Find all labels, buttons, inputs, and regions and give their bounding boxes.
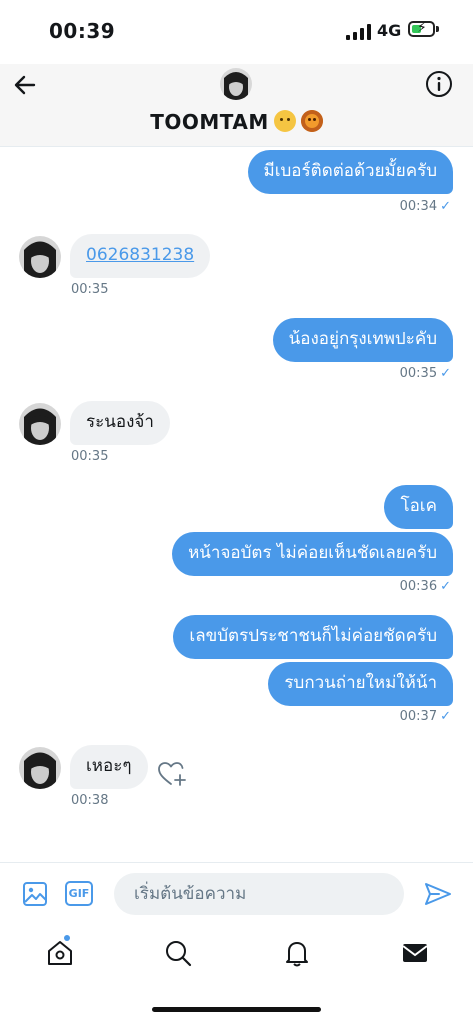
outgoing-message[interactable]: มีเบอร์ติดต่อด้วยมั้ยครับ	[247, 150, 453, 194]
message-text: โอเค	[400, 496, 437, 516]
contact-avatar[interactable]	[19, 403, 61, 445]
outgoing-message[interactable]: รบกวนถ่ายใหม่ให้น้า	[268, 662, 453, 706]
battery-icon: ⚡	[408, 20, 435, 37]
home-icon[interactable]	[45, 938, 75, 968]
message-text: เหอะๆ	[86, 756, 132, 776]
lion-emoji-icon	[300, 110, 323, 132]
message-timestamp: 00:35	[71, 282, 109, 297]
sent-check-icon: ✓	[440, 366, 451, 381]
message-timestamp: 00:37 ✓	[399, 709, 451, 724]
message-text: เลขบัตรประชาชนก็ไม่ค่อยชัดครับ	[189, 626, 437, 646]
message-timestamp: 00:35	[71, 449, 109, 464]
header-avatar[interactable]	[220, 68, 252, 100]
incoming-message[interactable]: 0626831238	[70, 234, 211, 278]
contact-avatar[interactable]	[19, 747, 61, 789]
outgoing-message[interactable]: โอเค	[384, 485, 453, 529]
message-text: รบกวนถ่ายใหม่ให้น้า	[284, 673, 437, 693]
message-input[interactable]	[114, 873, 404, 915]
message-timestamp: 00:35 ✓	[399, 366, 451, 381]
message-text: หน้าจอบัตร ไม่ค่อยเห็นชัดเลยครับ	[188, 543, 437, 563]
gif-icon[interactable]: GIF	[65, 881, 93, 906]
chat-title: TOOMTAM	[0, 110, 473, 134]
network-label: 4G	[377, 21, 402, 40]
mail-icon[interactable]	[400, 938, 430, 968]
outgoing-message[interactable]: น้องอยู่กรุงเทพปะคับ	[272, 318, 453, 362]
sent-check-icon: ✓	[440, 709, 451, 724]
home-indicator	[152, 1007, 321, 1012]
sent-check-icon: ✓	[440, 579, 451, 594]
sent-check-icon: ✓	[440, 199, 451, 214]
message-text: ระนองจ้า	[86, 412, 154, 432]
search-icon[interactable]	[163, 938, 193, 968]
message-text: น้องอยู่กรุงเทพปะคับ	[288, 329, 437, 349]
incoming-message[interactable]: ระนองจ้า	[70, 401, 170, 445]
outgoing-message[interactable]: หน้าจอบัตร ไม่ค่อยเห็นชัดเลยครับ	[172, 532, 453, 576]
chat-title-text: TOOMTAM	[150, 110, 269, 134]
home-notification-dot	[64, 935, 70, 941]
signal-icon	[346, 24, 372, 40]
phone-number-link[interactable]: 0626831238	[86, 245, 194, 265]
add-reaction-heart-icon[interactable]	[157, 760, 187, 788]
outgoing-message[interactable]: เลขบัตรประชาชนก็ไม่ค่อยชัดครับ	[173, 615, 453, 659]
contact-avatar[interactable]	[19, 236, 61, 278]
image-icon[interactable]	[22, 881, 48, 907]
info-icon[interactable]	[425, 70, 453, 98]
send-icon[interactable]	[424, 881, 452, 907]
message-timestamp: 00:36 ✓	[399, 579, 451, 594]
tab-bar	[0, 926, 473, 1024]
back-arrow-icon[interactable]	[12, 72, 38, 98]
bell-icon[interactable]	[282, 938, 312, 968]
message-composer: GIF	[0, 862, 473, 927]
message-timestamp: 00:34 ✓	[399, 199, 451, 214]
chat-header: TOOMTAM	[0, 64, 473, 147]
incoming-message[interactable]: เหอะๆ	[70, 745, 148, 789]
status-bar: 00:39 4G ⚡	[0, 0, 473, 64]
message-timestamp: 00:38	[71, 793, 109, 808]
battery-nub	[436, 26, 439, 32]
status-time: 00:39	[49, 19, 116, 43]
cat-emoji-icon	[273, 110, 296, 132]
message-text: มีเบอร์ติดต่อด้วยมั้ยครับ	[263, 161, 438, 181]
